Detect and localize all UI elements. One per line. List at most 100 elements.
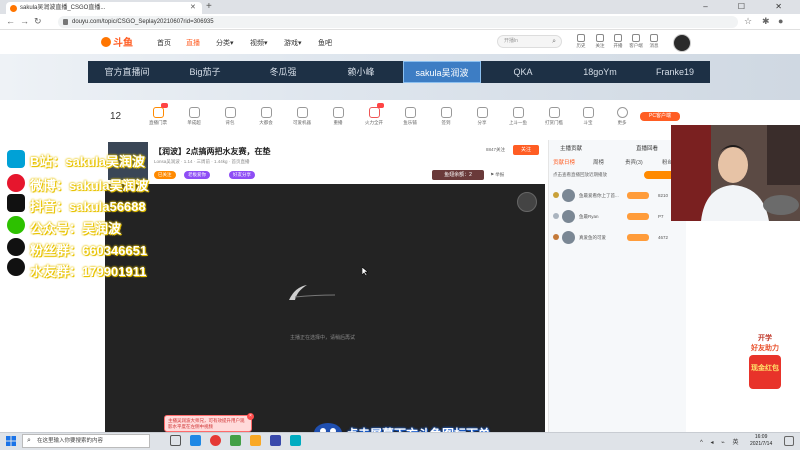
back-icon[interactable]: ← — [6, 16, 15, 26]
pc-client-button[interactable]: PC客户端 — [640, 112, 680, 121]
nav-games[interactable]: 游戏▾ — [284, 38, 302, 48]
notifications-icon[interactable] — [784, 436, 794, 446]
rank-name: 鱼最爱看你上了首... — [579, 193, 619, 198]
close-icon[interactable]: × — [247, 413, 254, 420]
tool-firepower[interactable]: 火力全开 — [357, 103, 391, 126]
red-envelope-promo[interactable]: 开学 好友助力 现金红包 — [746, 333, 784, 391]
user-avatar[interactable] — [673, 34, 691, 52]
streamer-tab-7[interactable]: Franke19 — [640, 61, 710, 83]
avatar — [562, 231, 575, 244]
rank-row[interactable]: 鱼最Ryan P7 — [553, 210, 683, 224]
url-input[interactable]: douyu.com/topic/CSGO_Seplay20210607rid=3… — [58, 16, 738, 28]
side-tab-weekly[interactable]: 周榜 — [593, 158, 604, 166]
browser-tab[interactable]: sakula吴润波直播_CSGO直播... — [6, 2, 202, 14]
streamer-tab-4[interactable]: sakula吴润波 — [403, 61, 481, 83]
new-tab-icon[interactable]: + — [206, 1, 212, 12]
nav-category[interactable]: 分类▾ — [216, 38, 234, 48]
tag-boss[interactable]: 老板爱你 — [184, 171, 210, 179]
tool-label: 火力全开 — [365, 120, 383, 125]
taskbar-search-placeholder: 在这里输入你要搜索的内容 — [37, 438, 104, 444]
tool-label: 打赏门槛 — [545, 120, 563, 125]
nav-home[interactable]: 首页 — [157, 38, 171, 48]
task-view-icon[interactable] — [170, 435, 181, 446]
reload-icon[interactable]: ↻ — [34, 16, 42, 27]
lock-icon — [63, 19, 68, 25]
chrome-icon[interactable] — [210, 435, 221, 446]
streamer-tab-2[interactable]: 冬瓜强 — [248, 61, 318, 83]
tool-single[interactable]: 单成超 — [177, 107, 211, 126]
streamer-tab-0[interactable]: 官方直播间 — [92, 61, 162, 83]
tool-robot[interactable]: 可爱机器 — [285, 107, 319, 126]
tag-followed[interactable]: 已关注 — [154, 171, 176, 179]
report-icon[interactable]: ⚑ 举报 — [490, 172, 504, 178]
folder-icon[interactable] — [250, 435, 261, 446]
tool-metro[interactable]: 大都会 — [249, 107, 283, 126]
extensions-icon[interactable]: ✱ — [762, 16, 770, 27]
follow-list-button[interactable]: 关注 — [591, 34, 609, 49]
gamepad-icon — [512, 107, 524, 118]
rank-row[interactable]: 鱼最爱看你上了首... 8210 — [553, 189, 683, 203]
messages-button[interactable]: 消息 — [645, 34, 663, 49]
tool-replay[interactable]: 重播 — [321, 107, 355, 126]
broadcast-button[interactable]: 开播 — [609, 34, 627, 49]
nav-live[interactable]: 直播 — [186, 38, 200, 48]
streamer-tab-1[interactable]: Big茄子 — [170, 61, 240, 83]
side-tab-vip[interactable]: 贵宾(3) — [625, 158, 643, 166]
site-search-input[interactable]: 开播ln ⌕ — [497, 35, 562, 48]
side-tab-daily[interactable]: 贡献日榜 — [553, 158, 575, 166]
windows-start-icon[interactable] — [6, 436, 16, 446]
history-button[interactable]: 历史 — [572, 34, 590, 49]
rank-medal-icon — [553, 192, 559, 198]
tool-share[interactable]: 分享 — [465, 107, 499, 126]
webcam-person-image — [671, 125, 800, 221]
app-icon[interactable] — [270, 435, 281, 446]
tab-close-icon[interactable]: ✕ — [190, 2, 196, 14]
tool-treasure[interactable]: 斗宝 — [571, 107, 605, 126]
forward-icon[interactable]: → — [20, 16, 29, 26]
share-icon — [476, 107, 488, 118]
streamer-tab-6[interactable]: 18goYm — [565, 61, 635, 83]
edge-icon[interactable] — [190, 435, 201, 446]
search-icon: ⌕ — [27, 437, 31, 444]
tool-backpack[interactable]: 背包 — [213, 107, 247, 126]
ticket-icon — [152, 107, 164, 118]
taskbar-search-input[interactable]: ⌕ 在这里输入你要搜索的内容 — [22, 434, 150, 448]
tool-tip[interactable]: 打赏门槛 — [537, 107, 571, 126]
tool-fishshop[interactable]: 鱼乐铺 — [393, 107, 427, 126]
streamer-tab-5[interactable]: QKA — [488, 61, 558, 83]
profile-icon[interactable]: ● — [778, 16, 783, 26]
coin-balance[interactable]: 鱼翅余额：2 — [432, 170, 484, 180]
nav-video[interactable]: 视频▾ — [250, 38, 268, 48]
app-icon[interactable] — [230, 435, 241, 446]
follow-button[interactable]: 关注 — [513, 145, 539, 155]
promo-popup[interactable]: 主播吴润波大师兄，可有效提升用户观影水平度在左侧中视频 × — [164, 413, 254, 432]
tool-ticket[interactable]: 直播门票 — [141, 103, 175, 126]
address-bar-row: ← → ↻ douyu.com/topic/CSGO_Seplay2021060… — [0, 14, 800, 30]
tool-checkin[interactable]: 签到 — [429, 107, 463, 126]
fan-count: 8847关注 — [486, 147, 506, 152]
video-player[interactable] — [105, 184, 545, 432]
streamer-tab-3[interactable]: 赖小峰 — [326, 61, 396, 83]
tool-game[interactable]: 上斗一鱼 — [501, 107, 535, 126]
history-label: 历史 — [576, 43, 586, 48]
tool-label: 鱼乐铺 — [403, 120, 417, 125]
tool-more[interactable]: 更多 — [605, 107, 639, 126]
taskbar-clock[interactable]: 16:09 2021/7/14 — [750, 434, 772, 448]
side-header-right[interactable]: 直播回看 — [636, 144, 658, 152]
nav-yuba[interactable]: 鱼吧 — [318, 38, 332, 48]
douyin-icon — [7, 194, 25, 212]
search-icon[interactable]: ⌕ — [552, 36, 556, 47]
app-icon[interactable] — [290, 435, 301, 446]
client-button[interactable]: 客户端 — [627, 34, 645, 49]
side-header-left[interactable]: 主播贡献 — [560, 144, 582, 152]
system-tray[interactable]: ^ ◂ ⌁ 英 — [700, 437, 741, 446]
douyu-logo-icon[interactable]: 斗鱼 — [100, 35, 134, 49]
game-badge-icon — [517, 192, 537, 212]
url-text: douyu.com/topic/CSGO_Seplay20210607rid=3… — [72, 19, 214, 25]
ime-indicator[interactable]: 英 — [732, 440, 741, 446]
level-badge — [627, 192, 649, 199]
rank-row[interactable]: 真爱鱼的可爱 4672 — [553, 231, 683, 245]
window-controls[interactable]: – ☐ ✕ — [703, 0, 796, 14]
tag-share[interactable]: 好友分享 — [229, 171, 255, 179]
bookmark-star-icon[interactable]: ☆ — [744, 16, 752, 27]
